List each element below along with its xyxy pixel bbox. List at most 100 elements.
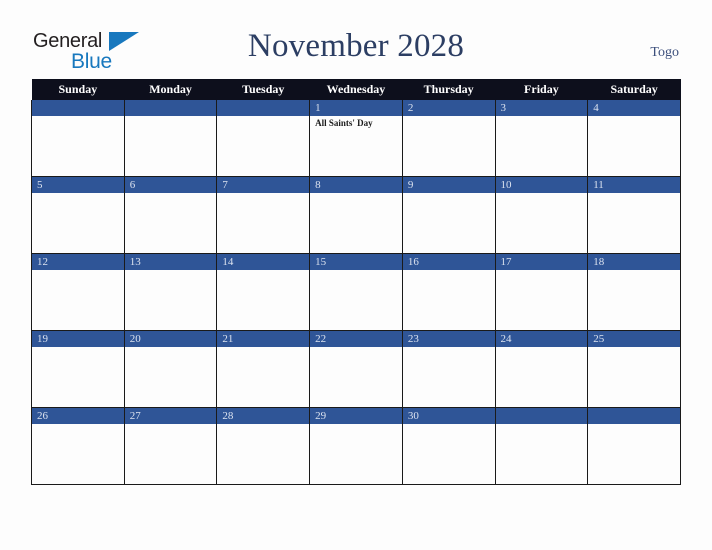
calendar-day-cell[interactable]: 7 <box>216 176 311 254</box>
calendar-day-cell[interactable] <box>587 407 681 485</box>
calendar-day-cell[interactable]: 14 <box>216 253 311 331</box>
day-events <box>496 347 588 349</box>
day-number: 27 <box>124 408 217 424</box>
day-number: 8 <box>310 177 402 193</box>
day-cell-inner <box>217 100 310 176</box>
day-number: 23 <box>402 331 495 347</box>
day-number: 9 <box>402 177 495 193</box>
calendar-day-cell[interactable]: 5 <box>31 176 125 254</box>
calendar-day-cell[interactable] <box>31 100 125 177</box>
calendar-day-cell[interactable]: 12 <box>31 253 125 331</box>
day-events <box>496 270 588 272</box>
day-events <box>125 116 217 118</box>
calendar-page: General Blue November 2028 Togo Sunday M… <box>0 0 712 550</box>
day-cell-inner: 28 <box>217 408 310 484</box>
day-cell-inner <box>588 408 680 484</box>
day-events: All Saints' Day <box>310 116 402 129</box>
day-events <box>217 193 309 195</box>
calendar-day-cell[interactable]: 30 <box>401 407 496 485</box>
calendar-day-cell[interactable]: 4 <box>587 100 681 177</box>
day-number: 7 <box>217 177 310 193</box>
calendar-day-cell[interactable]: 24 <box>494 330 589 408</box>
calendar-day-cell[interactable]: 2 <box>401 100 496 177</box>
day-events <box>496 116 588 118</box>
calendar-day-cell[interactable]: 28 <box>216 407 311 485</box>
day-cell-inner: 19 <box>32 331 124 407</box>
day-number: 16 <box>402 254 495 270</box>
day-events <box>403 193 495 195</box>
calendar-day-cell[interactable]: 1 All Saints' Day <box>309 100 403 177</box>
day-events <box>403 424 495 426</box>
calendar-day-cell[interactable]: 23 <box>401 330 496 408</box>
day-cell-inner: 11 <box>588 177 680 253</box>
calendar-day-cell[interactable]: 9 <box>401 176 496 254</box>
calendar-day-cell[interactable]: 21 <box>216 330 311 408</box>
calendar-week-row: 5 6 7 8 9 10 11 <box>31 176 681 254</box>
day-cell-inner: 30 <box>402 408 495 484</box>
day-number: 18 <box>588 254 680 270</box>
day-cell-inner: 2 <box>402 100 495 176</box>
day-events <box>310 270 402 272</box>
day-events <box>125 193 217 195</box>
day-cell-inner: 5 <box>32 177 124 253</box>
calendar-day-cell[interactable]: 10 <box>494 176 589 254</box>
day-number <box>217 100 310 116</box>
day-number <box>32 100 124 116</box>
calendar-day-cell[interactable]: 27 <box>123 407 218 485</box>
weekday-header-friday: Friday <box>495 79 588 100</box>
calendar-day-cell[interactable]: 18 <box>587 253 681 331</box>
day-number: 11 <box>588 177 680 193</box>
day-events <box>32 270 124 272</box>
day-events <box>588 193 680 195</box>
calendar-day-cell[interactable] <box>494 407 589 485</box>
day-events <box>217 424 309 426</box>
day-events <box>32 193 124 195</box>
calendar-day-cell[interactable]: 29 <box>309 407 403 485</box>
page-title: November 2028 <box>247 28 465 64</box>
calendar-day-cell[interactable]: 20 <box>123 330 218 408</box>
calendar-day-cell[interactable]: 13 <box>123 253 218 331</box>
day-events <box>588 116 680 118</box>
day-number: 20 <box>124 331 217 347</box>
weekday-header-monday: Monday <box>124 79 217 100</box>
day-cell-inner: 10 <box>495 177 588 253</box>
calendar-day-cell[interactable]: 15 <box>309 253 403 331</box>
day-cell-inner: 26 <box>32 408 124 484</box>
day-events <box>403 116 495 118</box>
day-number <box>495 408 588 424</box>
day-events <box>496 193 588 195</box>
calendar-day-cell[interactable]: 25 <box>587 330 681 408</box>
calendar-week-row: 19 20 21 22 23 24 25 <box>31 330 681 408</box>
calendar-day-cell[interactable]: 6 <box>123 176 218 254</box>
day-cell-inner: 17 <box>495 254 588 330</box>
calendar-day-cell[interactable]: 22 <box>309 330 403 408</box>
calendar-day-cell[interactable]: 11 <box>587 176 681 254</box>
day-number: 13 <box>124 254 217 270</box>
day-events <box>403 347 495 349</box>
calendar-day-cell[interactable]: 26 <box>31 407 125 485</box>
calendar-day-cell[interactable]: 19 <box>31 330 125 408</box>
day-number: 15 <box>310 254 402 270</box>
calendar-day-cell[interactable] <box>123 100 218 177</box>
day-number: 5 <box>32 177 124 193</box>
day-cell-inner: 18 <box>588 254 680 330</box>
weekday-header-row: Sunday Monday Tuesday Wednesday Thursday… <box>31 79 681 100</box>
calendar-day-cell[interactable] <box>216 100 311 177</box>
day-number: 24 <box>495 331 588 347</box>
day-events <box>217 347 309 349</box>
day-number: 21 <box>217 331 310 347</box>
calendar-day-cell[interactable]: 8 <box>309 176 403 254</box>
day-number: 22 <box>310 331 402 347</box>
calendar-day-cell[interactable]: 16 <box>401 253 496 331</box>
day-events <box>588 270 680 272</box>
day-cell-inner: 4 <box>588 100 680 176</box>
day-events <box>588 424 680 426</box>
day-cell-inner: 6 <box>124 177 217 253</box>
day-number <box>124 100 217 116</box>
day-events <box>125 347 217 349</box>
day-number: 4 <box>588 100 680 116</box>
day-events <box>125 270 217 272</box>
calendar-day-cell[interactable]: 3 <box>494 100 589 177</box>
calendar-day-cell[interactable]: 17 <box>494 253 589 331</box>
weekday-header-saturday: Saturday <box>587 79 681 100</box>
